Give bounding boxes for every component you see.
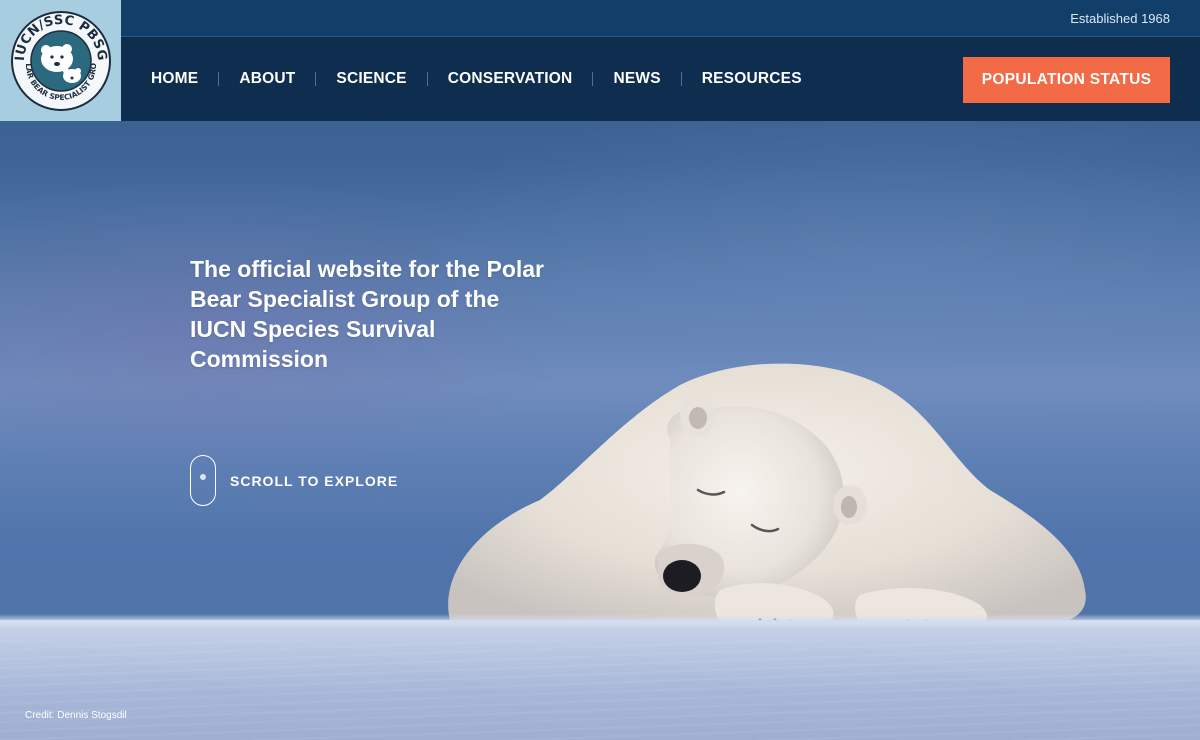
- scroll-label[interactable]: SCROLL TO EXPLORE: [230, 473, 398, 489]
- hero-title: The official website for the Polar Bear …: [190, 256, 545, 372]
- polar-bear-image: [448, 363, 1086, 635]
- logo-container[interactable]: IUCN/SSC PBSG POLAR BEAR SPECIALIST GROU…: [0, 0, 121, 121]
- top-bar: Established 1968: [121, 0, 1200, 37]
- nav-separator: [218, 72, 220, 86]
- photo-credit: Credit: Dennis Stogsdil: [25, 710, 127, 721]
- scroll-mouse-icon[interactable]: [190, 455, 216, 506]
- pbsg-logo[interactable]: IUCN/SSC PBSG POLAR BEAR SPECIALIST GROU…: [10, 10, 112, 112]
- nav-separator: [315, 72, 317, 86]
- nav-separator: [426, 72, 428, 86]
- snow-texture: [0, 640, 1200, 740]
- nav-item-home[interactable]: HOME: [151, 70, 198, 88]
- nav-item-resources[interactable]: RESOURCES: [702, 70, 802, 88]
- nav-item-about[interactable]: ABOUT: [239, 70, 295, 88]
- established-text: Established 1968: [1070, 11, 1170, 26]
- nav-separator: [592, 72, 594, 86]
- scroll-to-explore[interactable]: SCROLL TO EXPLORE: [190, 455, 398, 506]
- nav-item-conservation[interactable]: CONSERVATION: [448, 70, 573, 88]
- nav-item-news[interactable]: NEWS: [613, 70, 660, 88]
- nav-separator: [680, 72, 682, 86]
- nav-list: HOME ABOUT SCIENCE CONSERVATION NEWS RES…: [151, 37, 802, 121]
- main-navigation: HOME ABOUT SCIENCE CONSERVATION NEWS RES…: [121, 37, 1200, 121]
- population-status-button[interactable]: POPULATION STATUS: [963, 57, 1170, 103]
- nav-item-science[interactable]: SCIENCE: [336, 70, 406, 88]
